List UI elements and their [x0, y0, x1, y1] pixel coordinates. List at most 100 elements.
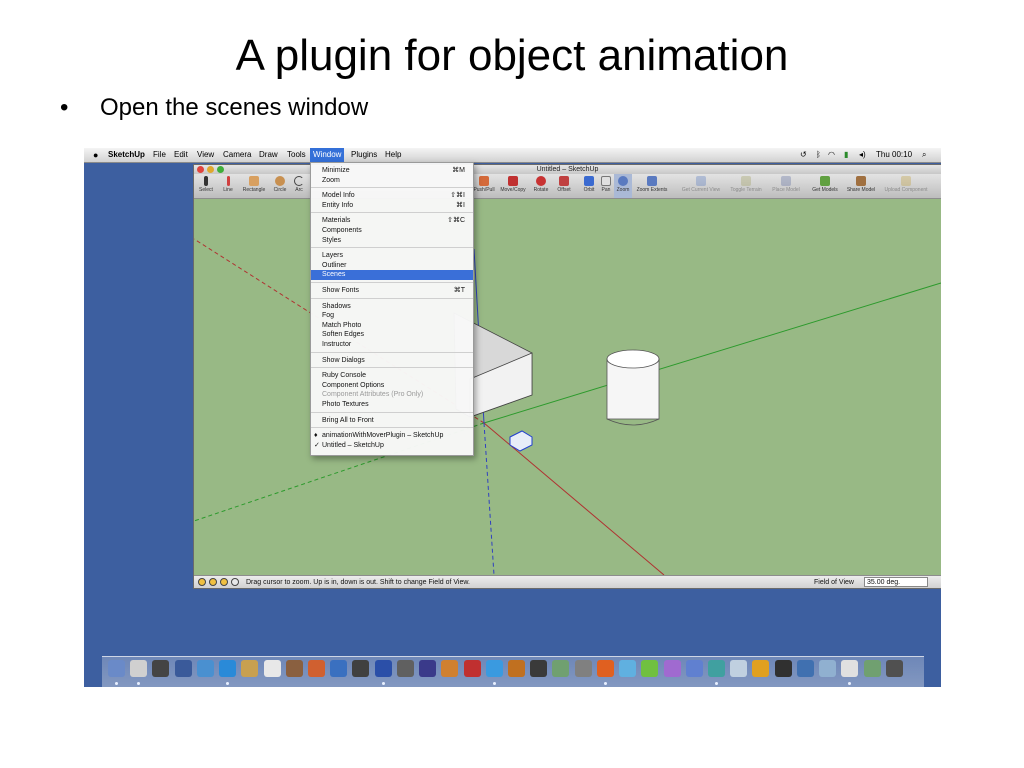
menu-item-entity-info[interactable]: Entity Info ⌘I [311, 201, 473, 211]
orbit-tool[interactable]: Orbit [580, 174, 598, 198]
menu-item-ruby-console[interactable]: Ruby Console [311, 371, 473, 381]
get-current-view-tool[interactable]: Get Current View [678, 174, 724, 198]
dock-app-icon[interactable] [396, 660, 414, 677]
time-machine-icon[interactable]: ↺ [800, 148, 807, 162]
rectangle-tool[interactable]: Rectangle [240, 174, 268, 198]
dock-app-icon[interactable] [796, 660, 814, 677]
menu-draw[interactable]: Draw [256, 148, 281, 162]
menu-item-minimize[interactable]: Minimize ⌘M [311, 166, 473, 176]
rotate-tool[interactable]: Rotate [530, 174, 552, 198]
dock-app-icon[interactable] [508, 660, 525, 677]
drawing-viewport[interactable] [194, 199, 941, 575]
help-icon[interactable] [231, 578, 239, 586]
dock-app-icon[interactable] [641, 660, 659, 677]
dock-app-icon[interactable] [285, 660, 303, 677]
dock-app-icon[interactable] [885, 660, 903, 677]
menu-help[interactable]: Help [382, 148, 404, 162]
menu-item-show-fonts[interactable]: Show Fonts ⌘T [311, 286, 473, 296]
spotlight-icon[interactable]: ⌕ [922, 148, 926, 162]
geo-location-icon[interactable] [198, 578, 206, 586]
menu-item-shadows[interactable]: Shadows [311, 302, 473, 312]
menu-item-component-options[interactable]: Component Options [311, 381, 473, 391]
dock-app-icon[interactable] [441, 660, 459, 677]
menu-window[interactable]: Window [310, 148, 345, 162]
zoom-icon[interactable] [217, 166, 224, 173]
place-model-tool[interactable]: Place Model [768, 174, 804, 198]
dock-app-icon[interactable] [574, 660, 592, 677]
volume-icon[interactable]: ◂) [859, 148, 866, 162]
dock-app-icon[interactable] [663, 660, 681, 677]
menu-file[interactable]: File [150, 148, 169, 162]
flag-icon[interactable]: ▮ [844, 148, 848, 162]
dock-app-icon[interactable] [752, 660, 770, 677]
menu-item-scenes[interactable]: Scenes [311, 270, 473, 281]
dock-app-icon[interactable] [485, 660, 503, 677]
menu-item-materials[interactable]: Materials ⇧⌘C [311, 216, 473, 226]
menu-view[interactable]: View [194, 148, 217, 162]
dock-app-icon[interactable] [596, 660, 614, 677]
menu-item-zoom[interactable]: Zoom [311, 176, 473, 186]
dock-app-icon[interactable] [863, 660, 881, 677]
menu-item-show-dialogs[interactable]: Show Dialogs [311, 356, 473, 366]
apple-icon[interactable]: ● [90, 148, 101, 162]
user-icon[interactable] [220, 578, 228, 586]
dock-app-icon[interactable] [108, 660, 125, 677]
dock-app-icon[interactable] [552, 660, 570, 677]
menu-item-bring-all-to-front[interactable]: Bring All to Front [311, 416, 473, 426]
zoom-tool[interactable]: Zoom [614, 174, 632, 198]
dock-app-icon[interactable] [708, 660, 725, 677]
dock-app-icon[interactable] [130, 660, 148, 677]
dock-app-icon[interactable] [241, 660, 259, 677]
bluetooth-icon[interactable]: ᛒ [816, 148, 821, 162]
menu-camera[interactable]: Camera [220, 148, 254, 162]
menu-plugins[interactable]: Plugins [348, 148, 380, 162]
dock-app-icon[interactable] [152, 660, 170, 677]
circle-tool[interactable]: Circle [270, 174, 290, 198]
menu-item-instructor[interactable]: Instructor [311, 340, 473, 350]
dock-app-icon[interactable] [841, 660, 859, 677]
dock-app-icon[interactable] [463, 660, 481, 677]
dock-app-icon[interactable] [308, 660, 325, 677]
menu-item-components[interactable]: Components [311, 226, 473, 236]
zoom-extents-tool[interactable]: Zoom Extents [632, 174, 672, 198]
share-model-tool[interactable]: Share Model [844, 174, 878, 198]
pan-tool[interactable]: Pan [598, 174, 614, 198]
dock-app-icon[interactable] [352, 660, 370, 677]
minimize-icon[interactable] [207, 166, 214, 173]
dock-app-icon[interactable] [263, 660, 281, 677]
fov-input[interactable]: 35.00 deg. [864, 577, 928, 587]
toggle-terrain-tool[interactable]: Toggle Terrain [726, 174, 766, 198]
menu-item-outliner[interactable]: Outliner [311, 261, 473, 271]
push-pull-tool[interactable]: Push/Pull [472, 174, 496, 198]
dock-app-icon[interactable] [619, 660, 637, 677]
menu-item-fog[interactable]: Fog [311, 311, 473, 321]
menu-item-untitled-sketchup[interactable]: ✓ Untitled – SketchUp [311, 441, 473, 451]
menu-item-layers[interactable]: Layers [311, 251, 473, 261]
menu-item-soften-edges[interactable]: Soften Edges [311, 330, 473, 340]
menubar-clock[interactable]: Thu 00:10 [876, 148, 912, 162]
line-tool[interactable]: Line [218, 174, 238, 198]
dock-app-icon[interactable] [219, 660, 237, 677]
menu-tools[interactable]: Tools [284, 148, 309, 162]
dock-app-icon[interactable] [174, 660, 192, 677]
menu-item-photo-textures[interactable]: Photo Textures [311, 400, 473, 410]
close-icon[interactable] [197, 166, 204, 173]
menu-item-animationwithmoverplugin-sketchup[interactable]: ♦ animationWithMoverPlugin – SketchUp [311, 431, 473, 441]
dock-app-icon[interactable] [685, 660, 703, 677]
menu-item-component-attributes-pro-only[interactable]: Component Attributes (Pro Only) [311, 390, 473, 400]
dock-app-icon[interactable] [530, 660, 548, 677]
wifi-icon[interactable]: ◠ [828, 148, 835, 162]
dock-app-icon[interactable] [330, 660, 348, 677]
menu-item-model-info[interactable]: Model Info ⇧⌘I [311, 191, 473, 201]
dock-app-icon[interactable] [419, 660, 437, 677]
dock-app-icon[interactable] [374, 660, 392, 677]
menu-sketchup[interactable]: SketchUp [105, 148, 148, 162]
select-tool[interactable]: Select [196, 174, 216, 198]
offset-tool[interactable]: Offset [554, 174, 574, 198]
dock-app-icon[interactable] [196, 660, 214, 677]
upload-component-tool[interactable]: Upload Component [880, 174, 932, 198]
credits-icon[interactable] [209, 578, 217, 586]
arc-tool[interactable]: Arc [292, 174, 306, 198]
move-copy-tool[interactable]: Move/Copy [498, 174, 528, 198]
menu-item-match-photo[interactable]: Match Photo [311, 321, 473, 331]
